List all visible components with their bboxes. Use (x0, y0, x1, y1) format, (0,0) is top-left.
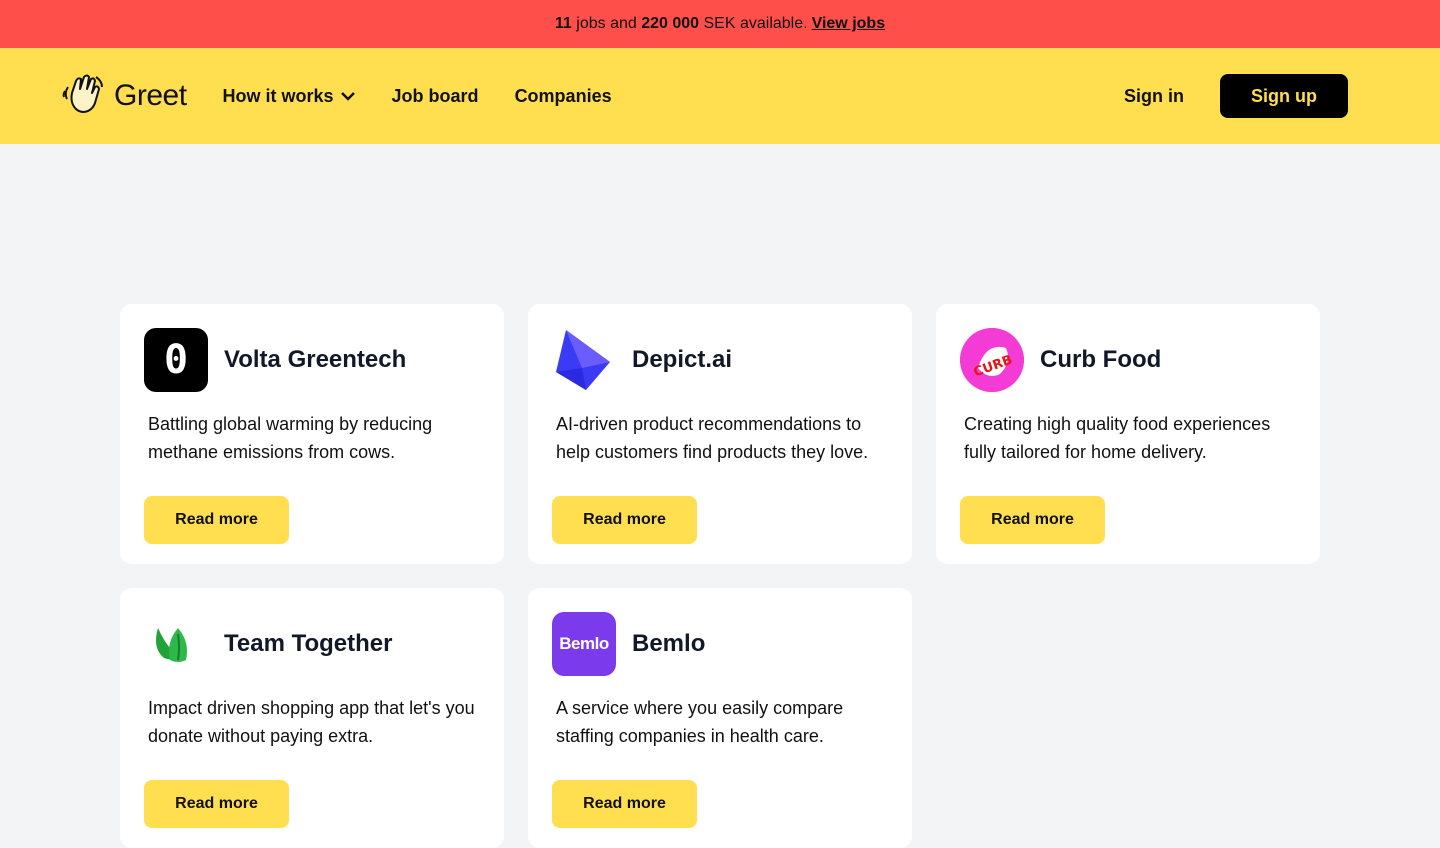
menu-job-board[interactable]: Job board (392, 86, 479, 107)
volta-logo: 0 (144, 328, 208, 392)
company-card: 0 Volta Greentech Battling global warmin… (120, 304, 504, 564)
menu-label: How it works (222, 85, 334, 106)
read-more-button[interactable]: Read more (552, 780, 697, 828)
bemlo-logo: Bemlo (552, 612, 616, 676)
brand[interactable]: Greet (62, 73, 187, 120)
company-grid: 0 Volta Greentech Battling global warmin… (120, 304, 1320, 848)
company-description: Impact driven shopping app that let's yo… (148, 698, 475, 746)
company-card: Team Together Impact driven shopping app… (120, 588, 504, 848)
company-name: Volta Greentech (224, 346, 407, 373)
main-menu: How it works Job board Companies (223, 86, 612, 107)
sign-up-button[interactable]: Sign up (1220, 74, 1348, 118)
announcement-banner: 11 jobs and 220 000 SEK available. View … (0, 0, 1440, 48)
banner-text: jobs and (571, 15, 642, 32)
chevron-down-icon (340, 86, 356, 107)
company-card: CURB Curb Food Creating high quality foo… (936, 304, 1320, 564)
waving-hand-icon (62, 73, 106, 120)
depict-logo (552, 328, 616, 392)
read-more-button[interactable]: Read more (552, 496, 697, 544)
company-card: Depict.ai AI-driven product recommendati… (528, 304, 912, 564)
read-more-button[interactable]: Read more (144, 496, 289, 544)
menu-companies[interactable]: Companies (515, 86, 612, 107)
jobs-count: 11 (554, 15, 572, 32)
team-together-logo (144, 612, 208, 676)
company-name: Curb Food (1040, 346, 1162, 373)
curb-logo: CURB (960, 328, 1024, 392)
company-description: A service where you easily compare staff… (556, 698, 844, 746)
menu-how-it-works[interactable]: How it works (223, 86, 356, 107)
amount: 220 000 (641, 15, 700, 32)
company-name: Bemlo (632, 630, 706, 657)
company-description: AI-driven product recommendations to hel… (556, 414, 869, 462)
top-nav: Greet How it works Job board Companies S… (0, 48, 1440, 144)
banner-text-end: SEK available. (699, 15, 808, 32)
brand-name: Greet (114, 79, 187, 112)
read-more-button[interactable]: Read more (144, 780, 289, 828)
sign-in-link[interactable]: Sign in (1124, 86, 1184, 107)
company-description: Creating high quality food experiences f… (964, 414, 1271, 462)
company-name: Depict.ai (632, 346, 733, 373)
company-name: Team Together (224, 630, 393, 657)
company-description: Battling global warming by reducing meth… (148, 414, 433, 462)
view-jobs-link[interactable]: View jobs (812, 15, 886, 33)
company-card: Bemlo Bemlo A service where you easily c… (528, 588, 912, 848)
read-more-button[interactable]: Read more (960, 496, 1105, 544)
